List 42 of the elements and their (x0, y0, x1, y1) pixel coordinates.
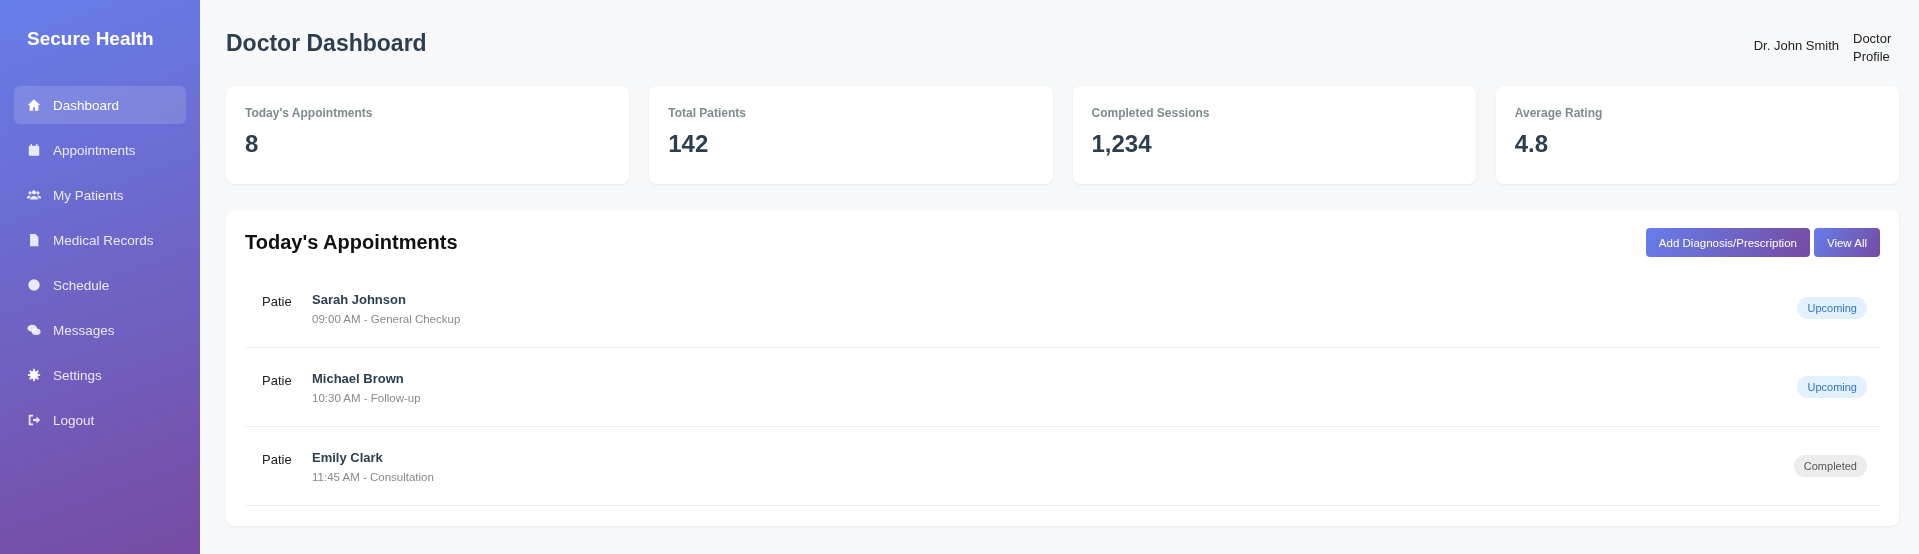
sidebar-item[interactable]: Settings (14, 356, 186, 394)
chat-icon (27, 323, 41, 337)
stat-label: Average Rating (1514, 106, 1604, 120)
patient-image: Patie (262, 293, 293, 309)
user-name: Dr. John Smith (1753, 37, 1839, 53)
sidebar-item[interactable]: Appointments (14, 131, 186, 169)
appointment-time: 09:00 AM - General Checkup (312, 312, 462, 325)
appointment-time: 11:45 AM - Consultation (312, 470, 435, 483)
stat-label: Total Patients (668, 106, 748, 120)
status-badge: Completed (1793, 455, 1867, 477)
sidebar-item[interactable]: Medical Records (14, 221, 186, 259)
home-icon (27, 98, 41, 112)
status-badge: Upcoming (1797, 376, 1867, 398)
add-diagnosis-button[interactable]: Add Diagnosis/Prescription (1645, 228, 1810, 257)
appointment-time: 10:30 AM - Follow-up (312, 391, 422, 404)
logout-icon (27, 413, 41, 427)
patient-name: Sarah Johnson (312, 291, 407, 307)
document-icon (27, 233, 41, 247)
view-all-button[interactable]: View All (1813, 228, 1880, 257)
sidebar-item[interactable]: Dashboard (14, 86, 186, 124)
sidebar-item[interactable]: Schedule (14, 266, 186, 304)
stat-value: 4.8 (1514, 130, 1550, 158)
brand-title: Secure Health (26, 28, 155, 50)
stat-label: Completed Sessions (1091, 106, 1211, 120)
patient-name: Emily Clark (312, 449, 384, 465)
section-title: Today's Appointments (245, 231, 458, 254)
gear-icon (27, 368, 41, 382)
calendar-icon (27, 143, 41, 157)
stat-value: 8 (245, 130, 260, 158)
patient-image: Patie (262, 372, 293, 388)
sidebar-item[interactable]: Logout (14, 401, 186, 439)
stat-value: 1,234 (1091, 130, 1153, 158)
patient-name: Michael Brown (312, 370, 405, 386)
page-title: Doctor Dashboard (226, 30, 427, 57)
sidebar-item[interactable]: Messages (14, 311, 186, 349)
stat-label: Today's Appointments (245, 106, 374, 120)
stat-value: 142 (668, 130, 710, 158)
sidebar-item[interactable]: My Patients (14, 176, 186, 214)
profile-image: Doctor Profile (1853, 30, 1893, 66)
users-icon (27, 188, 41, 202)
status-badge: Upcoming (1797, 297, 1867, 319)
patient-image: Patie (262, 451, 293, 467)
